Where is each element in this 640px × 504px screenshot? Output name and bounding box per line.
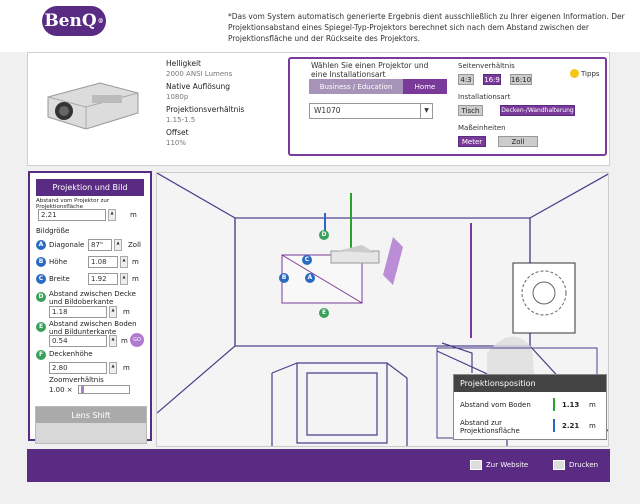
height-label: Höhe (49, 258, 68, 266)
screen-distance-result-value: 2.21 (562, 422, 580, 430)
projection-position-title: Projektionsposition (454, 375, 606, 392)
floor-distance-input[interactable]: 0.54 (49, 335, 107, 347)
stepper-up-icon[interactable]: ▲ (108, 209, 116, 221)
floor-distance-stepper[interactable]: ▲ (109, 335, 117, 347)
print-label: Drucken (569, 461, 599, 469)
scene-e-marker-icon: E (319, 308, 329, 318)
monitor-icon (470, 460, 482, 470)
tab-home[interactable]: Home (403, 79, 447, 94)
projection-image-panel: Projektion und Bild Abstand vom Projekto… (28, 171, 152, 441)
lens-shift-title[interactable]: Lens Shift (36, 407, 146, 423)
install-type-label: Installationsart (458, 93, 511, 101)
scene-b-marker-icon: B (279, 273, 289, 283)
zoom-label: Zoomverhältnis (49, 376, 104, 384)
zoom-value: 1.00 × (49, 386, 73, 394)
height-letter-icon: B (36, 257, 46, 267)
install-ceiling-wall-button[interactable]: Decken-/Wandhalterung (500, 105, 575, 116)
ceiling-distance-label: Abstand zwischen Decke und Bildoberkante (49, 290, 136, 306)
width-unit: m (132, 275, 139, 283)
ceiling-height-stepper[interactable]: ▲ (109, 362, 117, 374)
ceiling-height-label: Deckenhöhe (49, 350, 93, 358)
scene-d-marker-icon: D (319, 230, 329, 240)
website-label: Zur Website (486, 461, 529, 469)
width-input[interactable]: 1.92 (88, 273, 118, 285)
logo-text: BenQ (44, 11, 97, 31)
height-input[interactable]: 1.08 (88, 256, 118, 268)
ceiling-height-letter-icon: F (36, 350, 46, 360)
print-button[interactable]: Drucken (553, 460, 598, 470)
tab-business-education[interactable]: Business / Education (309, 79, 403, 94)
chevron-down-icon[interactable]: ▼ (420, 104, 432, 118)
model-select[interactable]: W1070 ▼ (309, 103, 433, 119)
usage-tabs: Business / Education Home (309, 79, 447, 94)
distance-input[interactable]: 2.21 (38, 209, 106, 221)
projector-image (47, 82, 139, 130)
projection-image-title: Projektion und Bild (36, 179, 144, 196)
width-stepper[interactable]: ▲ (120, 273, 128, 285)
floor-distance-result-label: Abstand vom Boden (460, 401, 531, 409)
ceiling-distance-input[interactable]: 1.18 (49, 306, 107, 318)
height-stepper[interactable]: ▲ (120, 256, 128, 268)
logo-registered-mark: ® (97, 17, 104, 25)
lightbulb-icon[interactable] (570, 69, 579, 78)
ceiling-height-unit: m (123, 364, 130, 372)
green-indicator-bar (553, 398, 555, 411)
floor-distance-result-value: 1.13 (562, 401, 580, 409)
screen-distance-result-unit: m (589, 422, 596, 430)
model-value: W1070 (314, 106, 341, 115)
diagonal-input[interactable]: 87" (88, 239, 112, 251)
width-letter-icon: C (36, 274, 46, 284)
diagonal-label: Diagonale (49, 241, 85, 249)
website-button[interactable]: Zur Website (470, 460, 528, 470)
projection-position-box: Projektionsposition Abstand vom Boden 1.… (453, 374, 607, 440)
printer-icon (553, 460, 565, 470)
projector-selector-panel: Wählen Sie einen Projektor und eine Inst… (288, 57, 607, 156)
distance-stepper[interactable]: ▲ (108, 209, 116, 221)
aspect-ratio-label: Seitenverhältnis (458, 62, 515, 70)
footer-bar: Zur Website Drucken (27, 449, 610, 482)
selector-title: Wählen Sie einen Projektor und eine Inst… (311, 61, 429, 79)
zoom-slider-handle[interactable] (81, 386, 84, 393)
height-unit: m (132, 258, 139, 266)
width-label: Breite (49, 275, 70, 283)
scene-a-marker-icon: A (305, 273, 315, 283)
distance-unit: m (130, 211, 137, 219)
throw-ratio-label: Projektionsverhältnis (166, 105, 245, 114)
diagonal-letter-icon: A (36, 240, 46, 250)
zoom-slider[interactable] (78, 385, 130, 394)
resolution-value: 1080p (166, 93, 189, 101)
throw-ratio-value: 1.15-1.5 (166, 116, 196, 124)
ceiling-distance-stepper[interactable]: ▲ (109, 306, 117, 318)
lens-shift-panel[interactable]: Lens Shift (35, 406, 147, 444)
unit-inch-button[interactable]: Zoll (498, 136, 538, 147)
resolution-label: Native Auflösung (166, 82, 231, 91)
scene-c-marker-icon: C (302, 255, 312, 265)
diagonal-stepper[interactable]: ▲ (114, 239, 122, 251)
screen-distance-result-label: Abstand zur Projektionsfläche (460, 419, 520, 435)
ceiling-height-input[interactable]: 2.80 (49, 362, 107, 374)
ceiling-distance-unit: m (123, 308, 130, 316)
go-button[interactable]: GO (130, 333, 144, 347)
blue-indicator-bar (553, 419, 555, 432)
aspect-4-3-button[interactable]: 4:3 (458, 74, 474, 85)
brightness-value: 2000 ANSI Lumens (166, 70, 233, 78)
benq-logo[interactable]: BenQ ® (42, 6, 106, 36)
tips-link[interactable]: Tipps (581, 70, 600, 78)
aspect-16-10-button[interactable]: 16:10 (510, 74, 532, 85)
offset-value: 110% (166, 139, 187, 147)
disclaimer-note: *Das vom System automatisch generierte E… (228, 12, 625, 43)
floor-distance-letter-icon: E (36, 322, 46, 332)
aspect-16-9-button[interactable]: 16:9 (483, 74, 501, 85)
image-size-label: Bildgröße (36, 227, 70, 235)
unit-meter-button[interactable]: Meter (458, 136, 486, 147)
ceiling-distance-letter-icon: D (36, 292, 46, 302)
floor-distance-result-unit: m (589, 401, 596, 409)
offset-label: Offset (166, 128, 189, 137)
brightness-label: Helligkeit (166, 59, 201, 68)
units-label: Maßeinheiten (458, 124, 506, 132)
diagonal-unit: Zoll (128, 241, 141, 249)
floor-distance-unit: m (121, 337, 128, 345)
install-table-button[interactable]: Tisch (458, 105, 483, 116)
